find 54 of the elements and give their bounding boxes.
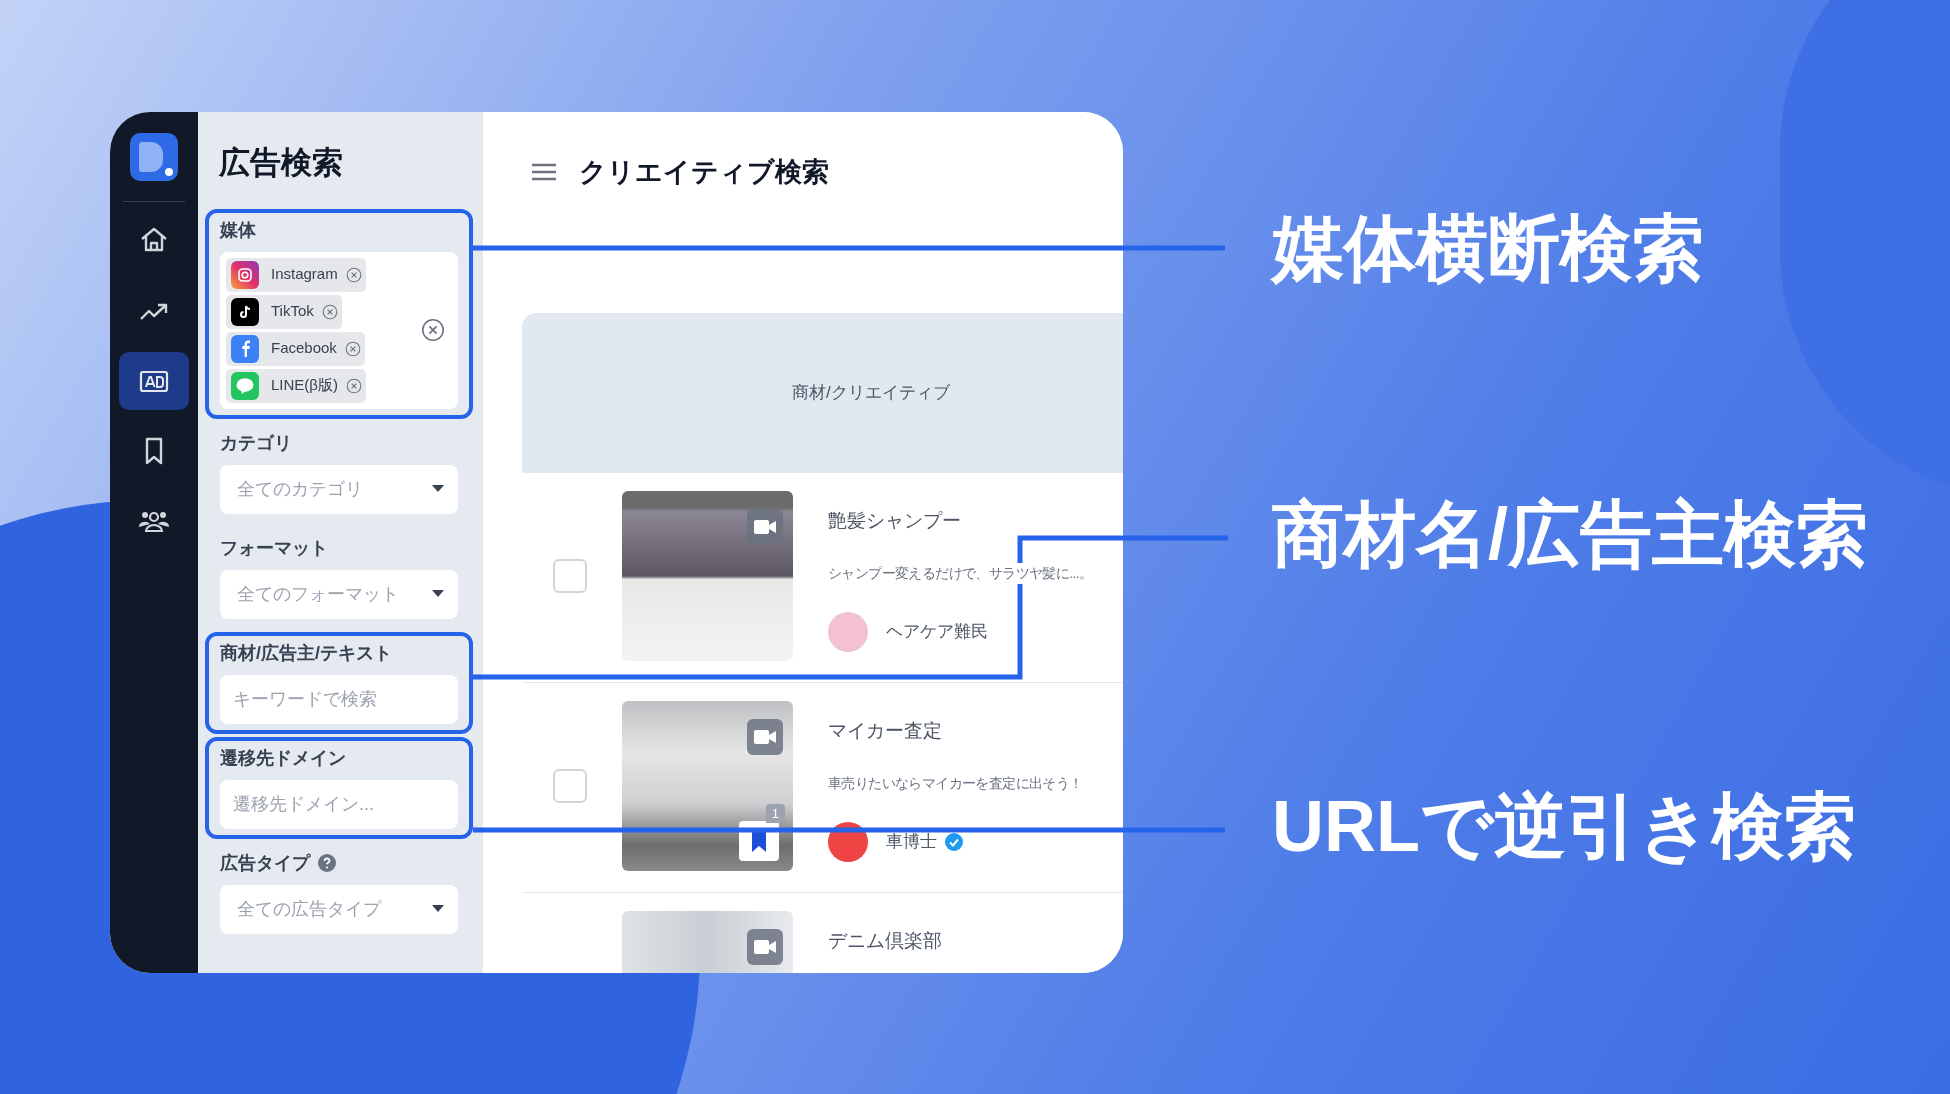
callout-heading: 媒体横断検索 bbox=[1272, 212, 1704, 284]
filter-label: 商材/広告主/テキスト bbox=[220, 641, 392, 665]
line-logo bbox=[231, 371, 259, 400]
tiktok-logo bbox=[231, 297, 259, 326]
media-tag[interactable]: LINE(β版) bbox=[226, 368, 366, 403]
media-tag[interactable]: Instagram bbox=[226, 257, 366, 292]
media-field[interactable]: Instagram TikTok Facebook LINE(β版) bbox=[220, 251, 458, 409]
creative-title: 艶髪シャンプー bbox=[828, 509, 962, 533]
advertiser-name: ヘアケア難民 bbox=[886, 620, 988, 643]
checkbox[interactable] bbox=[553, 559, 587, 593]
clear-icon[interactable] bbox=[421, 318, 445, 342]
callout-heading: 商材名/広告主検索 bbox=[1272, 498, 1868, 570]
creative-title: マイカー査定 bbox=[828, 719, 943, 743]
caret-icon bbox=[432, 905, 444, 913]
remove-icon[interactable] bbox=[344, 340, 361, 357]
app-logo bbox=[130, 133, 178, 181]
bookmark-icon bbox=[750, 830, 768, 852]
facebook-logo bbox=[231, 334, 259, 363]
column-header: 商材/クリエイティブ bbox=[792, 382, 950, 405]
input-field[interactable]: キーワードで検索 bbox=[220, 674, 458, 724]
panel-title: 広告検索 bbox=[219, 144, 344, 182]
advertiser-name: 車博士 bbox=[886, 830, 937, 853]
dropdown-placeholder: 全てのフォーマット bbox=[237, 582, 399, 606]
tag-name: Instagram bbox=[271, 264, 338, 285]
caret-icon bbox=[432, 590, 444, 598]
creative-title: デニム倶楽部 bbox=[828, 929, 942, 953]
page-title: クリエイティブ検索 bbox=[579, 155, 829, 189]
filter-label: フォーマット bbox=[220, 536, 328, 560]
input-field[interactable]: 遷移先ドメイン... bbox=[220, 779, 458, 829]
tag-name: LINE(β版) bbox=[271, 375, 338, 396]
filter-label: 遷移先ドメイン bbox=[220, 746, 346, 770]
tag-name: TikTok bbox=[271, 301, 314, 322]
rail-button[interactable] bbox=[119, 352, 189, 410]
video-icon bbox=[747, 929, 783, 965]
media-tag[interactable]: TikTok bbox=[226, 294, 342, 329]
media-tag[interactable]: Facebook bbox=[226, 331, 365, 366]
avatar bbox=[828, 611, 868, 652]
remove-icon[interactable] bbox=[345, 266, 362, 283]
checkbox[interactable] bbox=[553, 769, 587, 803]
dropdown-placeholder: 全てのカテゴリ bbox=[237, 477, 363, 501]
filter-label: 広告タイプ bbox=[220, 851, 310, 875]
dropdown-placeholder: 全ての広告タイプ bbox=[237, 897, 381, 921]
saved-count: 1 bbox=[765, 803, 785, 823]
filter-label: カテゴリ bbox=[220, 431, 292, 455]
menu-icon[interactable] bbox=[531, 163, 557, 181]
video-icon bbox=[747, 719, 783, 755]
tag-name: Facebook bbox=[271, 338, 337, 359]
remove-icon[interactable] bbox=[345, 377, 362, 394]
video-icon bbox=[747, 509, 783, 545]
filter-label: 媒体 bbox=[220, 218, 256, 242]
avatar bbox=[828, 821, 868, 862]
caret-icon bbox=[432, 485, 444, 493]
remove-icon[interactable] bbox=[321, 303, 338, 320]
instagram-logo bbox=[231, 260, 259, 289]
